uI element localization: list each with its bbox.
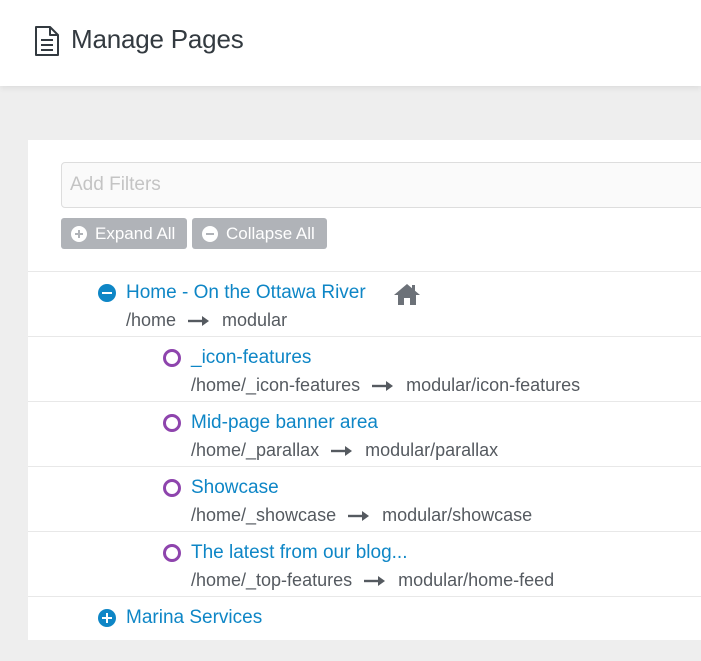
page-row: Marina Services	[28, 596, 701, 661]
page-route: /home/_icon-features modular/icon-featur…	[191, 375, 580, 396]
home-icon	[394, 284, 420, 305]
arrow-right-icon	[331, 445, 353, 456]
leaf-circle-icon	[163, 349, 181, 367]
filter-input[interactable]	[61, 162, 701, 208]
arrow-right-icon	[348, 510, 370, 521]
expand-toggle-icon[interactable]	[98, 609, 116, 627]
route-text: /home/_top-features	[191, 570, 353, 590]
page-row: Home - On the Ottawa River /home modular	[28, 271, 701, 336]
page-title: Manage Pages	[71, 24, 244, 54]
minus-circle-icon	[202, 225, 218, 242]
arrow-right-icon	[372, 380, 394, 391]
template-text: modular/icon-features	[406, 375, 581, 395]
page-route: /home/_parallax modular/parallax	[191, 440, 498, 461]
page-title-link[interactable]: Mid-page banner area	[191, 412, 378, 434]
page-row: _icon-features /home/_icon-features modu…	[28, 336, 701, 401]
pages-panel: Expand All Collapse All Home - On the Ot…	[28, 140, 701, 640]
leaf-circle-icon	[163, 479, 181, 497]
page-title-link[interactable]: Showcase	[191, 477, 279, 499]
page-route: /home/_top-features modular/home-feed	[191, 570, 554, 591]
route-text: /home/_showcase	[191, 505, 337, 525]
page-title-link[interactable]: Marina Services	[126, 607, 262, 629]
arrow-right-icon	[188, 315, 210, 326]
template-text: modular/parallax	[365, 440, 499, 460]
template-text: modular/showcase	[382, 505, 533, 525]
page-row: The latest from our blog... /home/_top-f…	[28, 531, 701, 596]
page-route: /home/_showcase modular/showcase	[191, 505, 532, 526]
page-header: Manage Pages	[0, 0, 701, 86]
page-title-link[interactable]: The latest from our blog...	[191, 542, 408, 564]
collapse-all-label: Collapse All	[226, 224, 315, 243]
route-text: /home	[126, 310, 177, 330]
page-row: Showcase /home/_showcase modular/showcas…	[28, 466, 701, 531]
template-text: modular/home-feed	[398, 570, 555, 590]
expand-all-label: Expand All	[95, 224, 176, 243]
page-row: Mid-page banner area /home/_parallax mod…	[28, 401, 701, 466]
page-title-link[interactable]: _icon-features	[191, 347, 311, 369]
collapse-all-button[interactable]: Collapse All	[192, 218, 327, 249]
page-tree: Home - On the Ottawa River /home modular…	[28, 271, 701, 661]
expand-all-button[interactable]: Expand All	[61, 218, 187, 249]
plus-circle-icon	[71, 225, 87, 242]
leaf-circle-icon	[163, 544, 181, 562]
page-title-link[interactable]: Home - On the Ottawa River	[126, 282, 366, 304]
arrow-right-icon	[364, 575, 386, 586]
template-text: modular	[222, 310, 288, 330]
document-icon	[35, 26, 59, 56]
route-text: /home/_icon-features	[191, 375, 361, 395]
leaf-circle-icon	[163, 414, 181, 432]
page-route: /home modular	[126, 310, 287, 331]
collapse-toggle-icon[interactable]	[98, 284, 116, 302]
route-text: /home/_parallax	[191, 440, 320, 460]
